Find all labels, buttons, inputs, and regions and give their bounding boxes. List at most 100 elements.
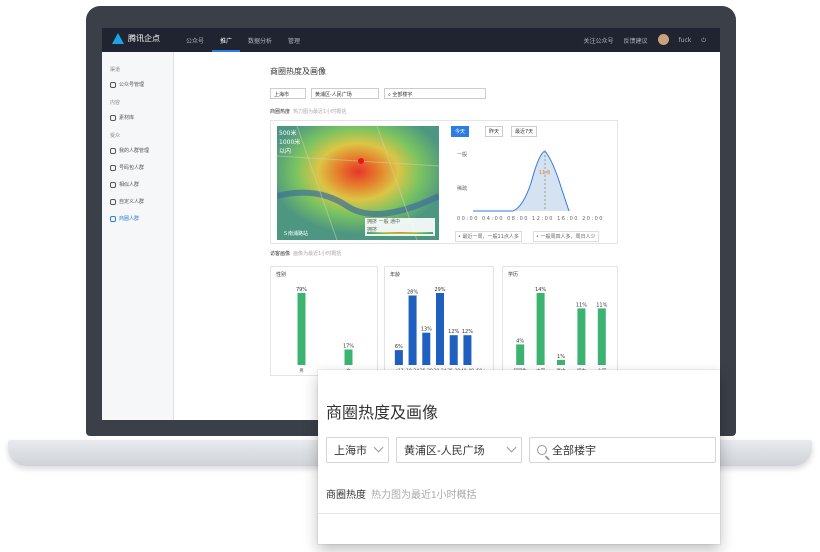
bar — [449, 335, 458, 365]
sidebar-item-custom[interactable]: 自定义人群 — [110, 193, 173, 210]
zoom-heat-sub: 热力图为最近1小时概括 — [371, 490, 477, 501]
laptop-mockup: 腾讯企点 公众号 推广 数据分析 管理 关注公众号 反馈建议 fuck ⏻ 渠道… — [0, 0, 820, 552]
x-tick: 12:00 — [532, 216, 554, 222]
trend-highlight: 11点 — [539, 170, 551, 176]
visitor-label: 访客画像 — [270, 251, 291, 257]
x-tick: 00:00 — [457, 216, 479, 222]
users-icon — [110, 147, 116, 154]
sidebar-item-business-district[interactable]: 商圈人群 — [110, 210, 173, 227]
zoom-city-select[interactable]: 上海市 — [326, 437, 389, 463]
zoom-callout: 商圈热度及画像 上海市 黄浦区-人民广场 全部楼宇 商圈热度 热力图为最近1小时概… — [318, 370, 720, 544]
brand-logo[interactable]: 腾讯企点 — [112, 33, 160, 44]
sidebar-item-number-pack[interactable]: 号码包人群 — [110, 159, 173, 176]
x-tick: 04:00 — [482, 216, 504, 222]
sidebar-item-similar[interactable]: 相似人群 — [110, 176, 173, 193]
heat-panel: 500米 1000米 以内 拥挤 一般 通中 拥挤 Ｓ南浦路站 今天 昨天 最近… — [270, 120, 618, 244]
bar-value-label: 1% — [557, 354, 565, 360]
map-station: Ｓ南浦路站 — [283, 231, 309, 237]
heat-sub: 热力图为最近1小时概括 — [293, 109, 347, 115]
follow-link[interactable]: 关注公众号 — [584, 36, 614, 45]
tab-last7[interactable]: 最近7天 — [511, 126, 538, 137]
sidebar-group-content: 内容 — [110, 100, 121, 106]
trend-line-chart — [473, 150, 570, 212]
district-select[interactable]: 黄浦区-人民广场 — [311, 88, 379, 99]
tab-yesterday[interactable]: 昨天 — [485, 126, 504, 137]
top-navbar: 腾讯企点 公众号 推广 数据分析 管理 关注公众号 反馈建议 fuck ⏻ — [102, 28, 720, 52]
logo-icon — [112, 33, 124, 44]
bar — [297, 293, 306, 365]
power-icon[interactable]: ⏻ — [701, 37, 706, 45]
logo-text: 腾讯企点 — [128, 34, 160, 43]
age-chart: 6%<1728%18-2413%25-2929%30-3412%35-3912%… — [394, 287, 486, 374]
x-tick: 20:00 — [582, 216, 604, 222]
bar-value-label: 29% — [434, 287, 445, 293]
avatar[interactable] — [657, 33, 669, 45]
nav-item-official[interactable]: 公众号 — [178, 28, 212, 52]
zoom-heat-label: 商圈热度 热力图为最近1小时概括 — [326, 486, 477, 501]
trend-note-2: • 一般周四人多，周日人少 — [533, 231, 599, 242]
trend-area — [473, 151, 569, 211]
bar — [436, 293, 444, 365]
bar — [577, 308, 586, 365]
map-legend-2: 拥挤 — [367, 227, 378, 233]
bar — [422, 332, 431, 365]
link-icon — [110, 181, 116, 188]
bar-value-label: 13% — [421, 327, 432, 333]
nav-item-analytics[interactable]: 数据分析 — [240, 28, 280, 52]
visitor-sub: 画像为最近1小时概括 — [293, 251, 342, 257]
nav-item-manage[interactable]: 管理 — [280, 28, 308, 52]
users-icon — [110, 164, 116, 171]
heat-section-label: 商圈热度 热力图为最近1小时概括 — [270, 108, 346, 115]
heat-label: 商圈热度 — [270, 109, 291, 115]
trend-note-1: • 最近一周，一般11点人多 — [455, 231, 522, 242]
bar-value-label: 79% — [296, 287, 307, 293]
app-screen: 腾讯企点 公众号 推广 数据分析 管理 关注公众号 反馈建议 fuck ⏻ 渠道… — [102, 28, 720, 420]
bar-value-label: 12% — [462, 329, 473, 335]
bar-value-label: 14% — [535, 287, 546, 293]
bar — [463, 335, 472, 365]
bar — [394, 350, 403, 365]
gender-chart: 79%男17%女 — [296, 287, 354, 374]
education-chart: 4%研究生14%大学1%高中11%初中11%小学 — [513, 287, 607, 374]
building-search-input[interactable]: ⌕ 全部楼宇 — [384, 88, 486, 99]
zoom-district-select[interactable]: 黄浦区-人民广场 — [396, 437, 522, 463]
building-search-value: 全部楼宇 — [392, 92, 413, 98]
bar-value-label: 4% — [516, 338, 524, 344]
education-chart-panel: 学历 4%研究生14%大学1%高中11%初中11%小学 — [502, 266, 618, 376]
feedback-link[interactable]: 反馈建议 — [624, 36, 648, 45]
bar-value-label: 12% — [448, 329, 459, 335]
chevron-down-icon — [373, 442, 384, 453]
sidebar-item-label: 号码包人群 — [119, 165, 145, 171]
tab-today[interactable]: 今天 — [451, 126, 470, 137]
divider — [318, 513, 720, 514]
user-name[interactable]: fuck — [679, 37, 692, 44]
search-icon — [537, 445, 547, 455]
city-select[interactable]: 上海市 — [270, 88, 306, 99]
sidebar-item-material[interactable]: 素材库 — [110, 109, 173, 126]
sidebar-item-official[interactable]: 公众号管理 — [110, 76, 173, 93]
sidebar-item-label: 自定义人群 — [119, 199, 145, 205]
district-icon — [110, 215, 116, 222]
page-title: 商圈热度及画像 — [270, 67, 326, 76]
zoom-building-search-input[interactable]: 全部楼宇 — [529, 437, 716, 463]
bar — [536, 293, 545, 365]
nav-item-promotion[interactable]: 推广 — [212, 28, 241, 52]
visitor-section-label: 访客画像 画像为最近1小时概括 — [270, 250, 341, 257]
bar-category-label: 男 — [299, 368, 304, 374]
main-content: 商圈热度及画像 上海市 黄浦区-人民广场 ⌕ 全部楼宇 商圈热度 热力图为最近1小… — [174, 52, 720, 420]
zoom-heat-title: 商圈热度 — [326, 490, 366, 501]
sidebar-item-label: 相似人群 — [119, 182, 140, 188]
topbar-right: 关注公众号 反馈建议 fuck ⏻ — [584, 33, 706, 45]
sidebar-item-my-audience[interactable]: 我的人群管理 — [110, 142, 173, 159]
x-tick: 08:00 — [507, 216, 529, 222]
bar — [516, 344, 525, 365]
bar — [344, 349, 353, 365]
home-icon — [110, 81, 116, 88]
bar-value-label: 6% — [395, 344, 403, 350]
sidebar-group-audience: 受众 — [110, 133, 121, 139]
map-legend: 拥挤 一般 通中 — [367, 219, 401, 225]
heat-map[interactable] — [277, 126, 439, 240]
sidebar-item-label: 公众号管理 — [119, 82, 145, 88]
zoom-page-title: 商圈热度及画像 — [326, 405, 439, 422]
bar — [597, 308, 606, 365]
